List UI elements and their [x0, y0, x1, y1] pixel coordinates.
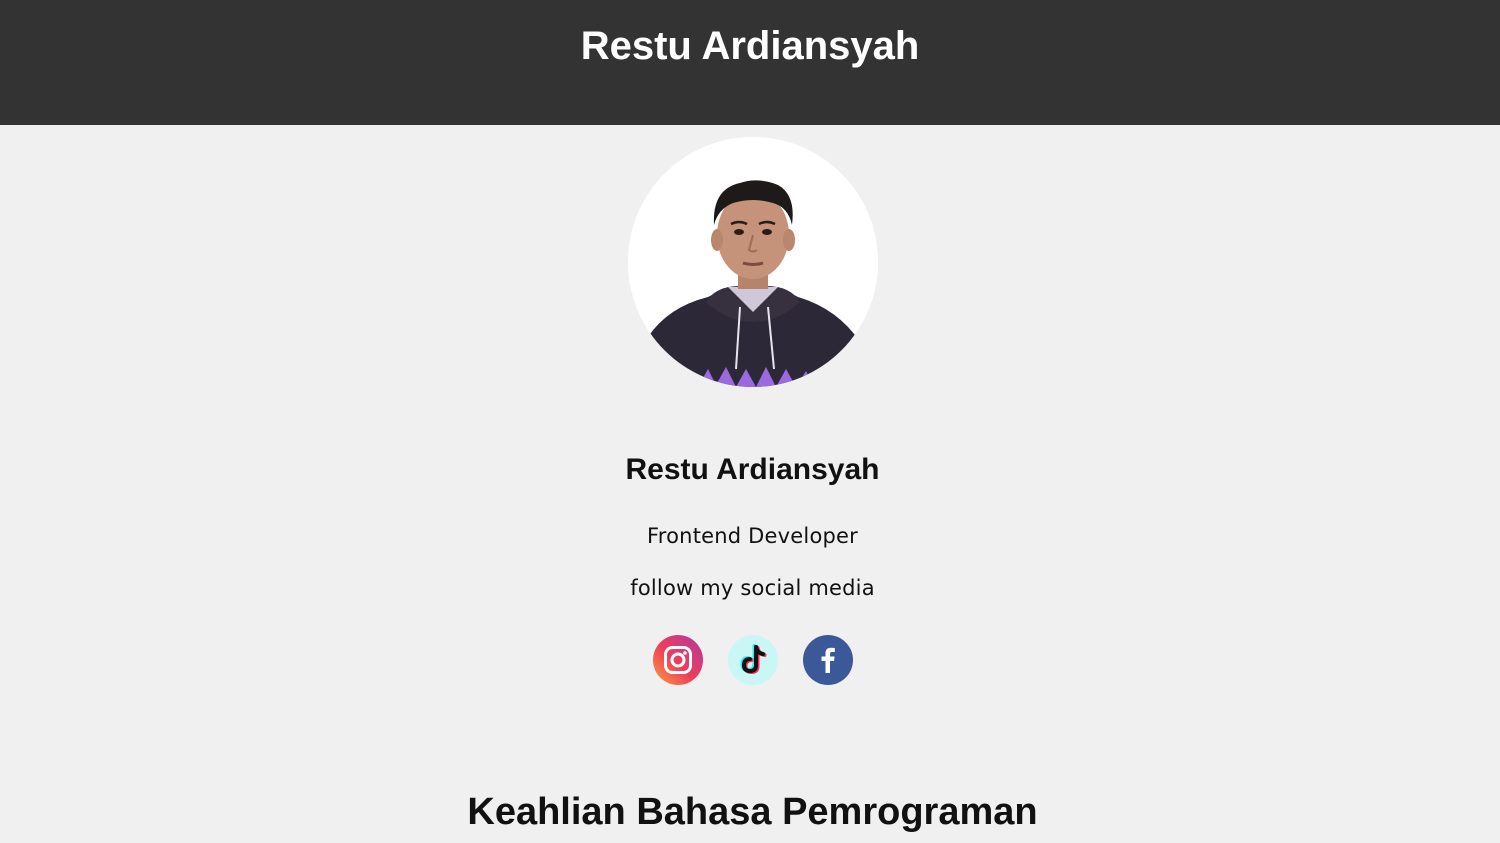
- instagram-icon: [653, 635, 703, 685]
- instagram-link[interactable]: [653, 635, 703, 685]
- social-links: [653, 635, 853, 685]
- profile-name: Restu Ardiansyah: [625, 453, 880, 486]
- tiktok-icon: [728, 635, 778, 685]
- skills-section-title: Keahlian Bahasa Pemrograman: [467, 791, 1038, 833]
- site-header: Restu Ardiansyah: [0, 0, 1500, 125]
- avatar-photo: [628, 137, 878, 387]
- tiktok-link[interactable]: [728, 635, 778, 685]
- follow-text: follow my social media: [630, 576, 875, 600]
- profile-role: Frontend Developer: [647, 524, 858, 548]
- site-title: Restu Ardiansyah: [580, 24, 920, 68]
- facebook-link[interactable]: [803, 635, 853, 685]
- avatar: [628, 137, 878, 387]
- facebook-icon: [803, 635, 853, 685]
